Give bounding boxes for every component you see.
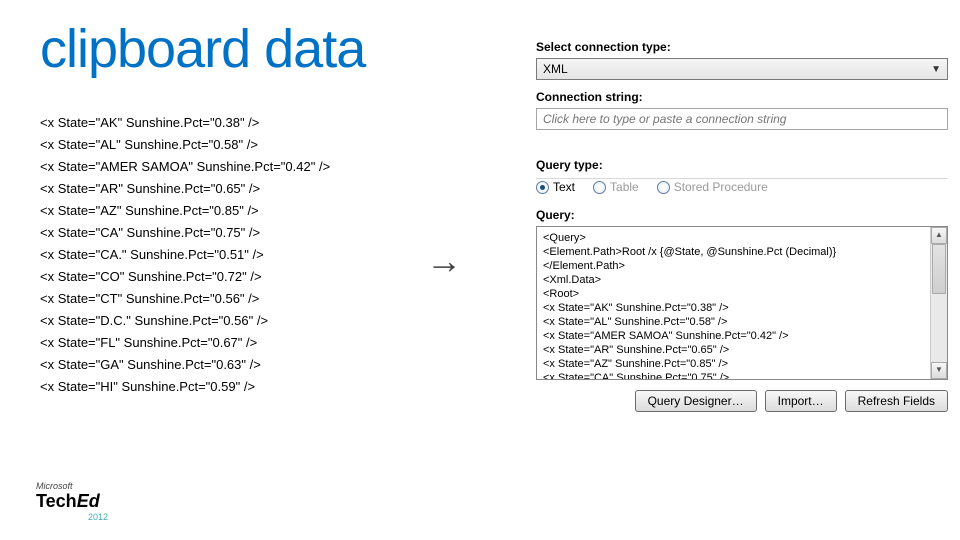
clipboard-line: <x State="CT" Sunshine.Pct="0.56" /> [40, 288, 460, 310]
clipboard-line: <x State="HI" Sunshine.Pct="0.59" /> [40, 376, 460, 398]
radio-label: Text [553, 180, 575, 194]
connection-string-input[interactable] [536, 108, 948, 130]
query-type-radio-group: Text Table Stored Procedure [536, 176, 948, 198]
query-line: <x State="CA" Sunshine.Pct="0.75" /> [543, 371, 923, 380]
teched-text: Tech [36, 491, 77, 511]
clipboard-line: <x State="D.C." Sunshine.Pct="0.56" /> [40, 310, 460, 332]
chevron-down-icon: ▼ [931, 64, 941, 75]
query-line: </Element.Path> [543, 259, 923, 273]
year-label: 2012 [88, 512, 108, 522]
query-line: <Query> [543, 231, 923, 245]
connection-type-label: Select connection type: [536, 40, 948, 54]
connection-string-label: Connection string: [536, 90, 948, 104]
query-content: <Query><Element.Path>Root /x {@State, @S… [543, 231, 941, 380]
connection-type-value: XML [543, 62, 568, 76]
datasource-panel: Select connection type: XML ▼ Connection… [536, 40, 948, 412]
query-line: <x State="AMER SAMOA" Sunshine.Pct="0.42… [543, 329, 923, 343]
query-line: <x State="AR" Sunshine.Pct="0.65" /> [543, 343, 923, 357]
query-line: <x State="AZ" Sunshine.Pct="0.85" /> [543, 357, 923, 371]
query-type-text-option[interactable]: Text [536, 180, 575, 194]
connection-string-section: Connection string: [536, 90, 948, 130]
clipboard-line: <x State="GA" Sunshine.Pct="0.63" /> [40, 354, 460, 376]
query-type-stored-procedure-option[interactable]: Stored Procedure [657, 180, 768, 194]
clipboard-line: <x State="AK" Sunshine.Pct="0.38" /> [40, 112, 460, 134]
radio-icon [657, 181, 670, 194]
ed-text: Ed [77, 491, 100, 511]
query-type-table-option[interactable]: Table [593, 180, 639, 194]
radio-label: Stored Procedure [674, 180, 768, 194]
microsoft-label: Microsoft [36, 481, 108, 491]
clipboard-line: <x State="CO" Sunshine.Pct="0.72" /> [40, 266, 460, 288]
import-button[interactable]: Import… [765, 390, 837, 412]
scroll-track[interactable] [931, 244, 947, 362]
clipboard-line: <x State="AMER SAMOA" Sunshine.Pct="0.42… [40, 156, 460, 178]
divider [536, 178, 948, 179]
clipboard-line: <x State="CA" Sunshine.Pct="0.75" /> [40, 222, 460, 244]
scroll-down-icon[interactable]: ▼ [931, 362, 947, 379]
clipboard-line: <x State="AL" Sunshine.Pct="0.58" /> [40, 134, 460, 156]
clipboard-line: <x State="FL" Sunshine.Pct="0.67" /> [40, 332, 460, 354]
query-line: <Element.Path>Root /x {@State, @Sunshine… [543, 245, 923, 259]
scrollbar[interactable]: ▲ ▼ [930, 227, 947, 379]
query-section: Query: <Query><Element.Path>Root /x {@St… [536, 208, 948, 380]
scroll-thumb[interactable] [932, 244, 946, 294]
clipboard-line: <x State="AZ" Sunshine.Pct="0.85" /> [40, 200, 460, 222]
teched-logo: TechEd [36, 491, 108, 512]
clipboard-xml-list: <x State="AK" Sunshine.Pct="0.38" /><x S… [40, 112, 460, 398]
button-row: Query Designer… Import… Refresh Fields [536, 390, 948, 412]
query-type-label: Query type: [536, 158, 948, 172]
query-line: <Xml.Data> [543, 273, 923, 287]
query-designer-button[interactable]: Query Designer… [635, 390, 757, 412]
page-title: clipboard data [40, 18, 365, 80]
radio-label: Table [610, 180, 639, 194]
connection-type-select[interactable]: XML ▼ [536, 58, 948, 80]
query-line: <Root> [543, 287, 923, 301]
radio-icon [593, 181, 606, 194]
clipboard-line: <x State="AR" Sunshine.Pct="0.65" /> [40, 178, 460, 200]
clipboard-line: <x State="CA." Sunshine.Pct="0.51" /> [40, 244, 460, 266]
radio-icon [536, 181, 549, 194]
arrow-icon: → [426, 240, 462, 282]
scroll-up-icon[interactable]: ▲ [931, 227, 947, 244]
query-line: <x State="AK" Sunshine.Pct="0.38" /> [543, 301, 923, 315]
query-line: <x State="AL" Sunshine.Pct="0.58" /> [543, 315, 923, 329]
connection-type-section: Select connection type: XML ▼ [536, 40, 948, 80]
query-textarea[interactable]: <Query><Element.Path>Root /x {@State, @S… [536, 226, 948, 380]
footer-branding: Microsoft TechEd 2012 [36, 481, 108, 522]
refresh-fields-button[interactable]: Refresh Fields [845, 390, 948, 412]
query-label: Query: [536, 208, 948, 222]
